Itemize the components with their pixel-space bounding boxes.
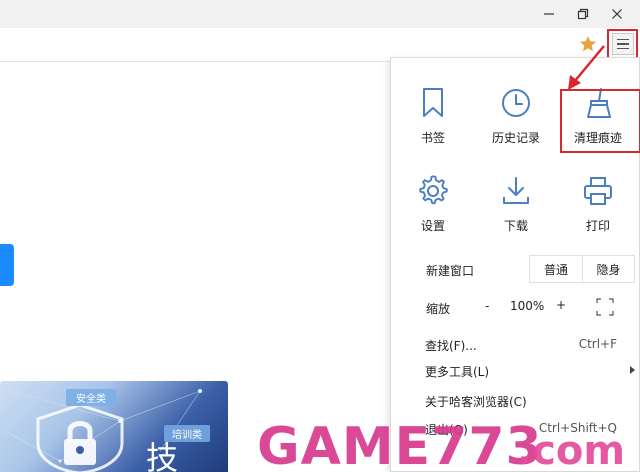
shield-lock-icon xyxy=(36,403,124,472)
menu-tile-bookmarks[interactable]: 书签 xyxy=(398,87,468,161)
menu-item-label: 查找(F)... xyxy=(425,339,477,353)
download-icon xyxy=(503,177,529,204)
menu-tile-label: 历史记录 xyxy=(491,131,540,145)
menu-tile-history[interactable]: 历史记录 xyxy=(481,87,551,161)
menu-tile-label: 打印 xyxy=(585,219,610,233)
svg-text:GAME773: GAME773 xyxy=(257,418,543,472)
menu-item-about[interactable]: 关于哈客浏览器(C) xyxy=(391,388,639,414)
minimize-icon[interactable] xyxy=(532,0,566,28)
clear-traces-highlight xyxy=(560,89,640,153)
menu-item-find[interactable]: 查找(F)... Ctrl+F xyxy=(391,332,639,358)
gear-icon xyxy=(419,175,448,205)
menu-tile-print[interactable]: 打印 xyxy=(563,175,633,249)
printer-icon xyxy=(584,177,612,205)
banner-heading: 技 xyxy=(146,439,179,472)
banner-tag: 安全类 xyxy=(66,389,116,406)
menu-tile-label: 下载 xyxy=(503,219,528,233)
zoom-out-button[interactable]: - xyxy=(485,299,489,313)
zoom-label: 缩放 xyxy=(426,302,451,316)
page-side-tab[interactable] xyxy=(0,244,14,286)
menu-item-label: 关于哈客浏览器(C) xyxy=(425,395,527,409)
menu-item-shortcut: Ctrl+F xyxy=(578,337,617,351)
new-window-label: 新建窗口 xyxy=(426,264,475,278)
bookmark-icon xyxy=(423,88,443,117)
close-icon[interactable] xyxy=(600,0,634,28)
browser-main-menu: 书签 历史记录 清理痕迹 设置 下载 打印 新建窗口 普通 隐身 缩放 - 10… xyxy=(390,57,640,472)
annotation-arrow-icon xyxy=(568,45,605,90)
fullscreen-icon[interactable] xyxy=(596,298,614,319)
svg-text:.com: .com xyxy=(517,428,625,472)
new-window-buttons: 普通 隐身 xyxy=(529,255,635,283)
security-banner-image[interactable]: 安全类 培训类 技 xyxy=(0,381,228,472)
menu-tile-label: 书签 xyxy=(420,131,445,145)
window-title-bar xyxy=(0,0,640,28)
zoom-controls: - 100% + xyxy=(473,293,635,321)
menu-button-highlight xyxy=(607,29,638,59)
menu-tile-settings[interactable]: 设置 xyxy=(398,175,468,249)
menu-item-label: 更多工具(L) xyxy=(425,365,490,379)
menu-tile-downloads[interactable]: 下载 xyxy=(481,175,551,249)
new-private-window-button[interactable]: 隐身 xyxy=(582,256,634,282)
submenu-arrow-icon xyxy=(630,366,635,374)
menu-tile-label: 设置 xyxy=(420,219,445,233)
new-normal-window-button[interactable]: 普通 xyxy=(530,256,582,282)
menu-item-more-tools[interactable]: 更多工具(L) xyxy=(391,358,639,384)
zoom-level: 100% xyxy=(510,299,545,313)
zoom-in-button[interactable]: + xyxy=(556,298,566,312)
game773-watermark-logo: GAME773 .com xyxy=(257,418,625,472)
restore-icon[interactable] xyxy=(566,0,600,28)
history-clock-icon xyxy=(502,89,530,117)
